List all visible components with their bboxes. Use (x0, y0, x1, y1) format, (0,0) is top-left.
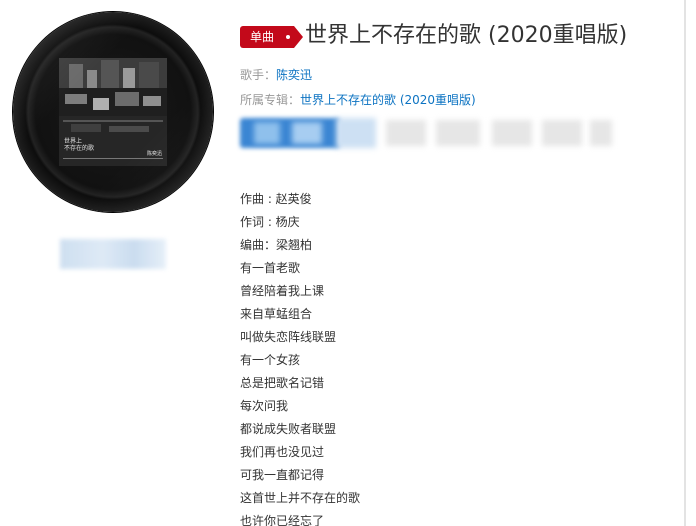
lyrics-list: 作曲 : 赵英俊 作词 : 杨庆 编曲：梁翘柏 有一首老歌曾经陪着我上课 来自草蜢组合叫… (240, 188, 360, 526)
blurred-block (254, 122, 280, 144)
artist-row: 歌手：陈奕迅 (240, 66, 312, 84)
cover-artist-mark: 陈奕迅 (146, 151, 162, 157)
single-tag: 单曲 (240, 26, 303, 48)
tag-dot-icon (286, 35, 290, 39)
lyric-line: 来自草蜢组合 (240, 307, 313, 321)
lyric-line: 作词 : 杨庆 (240, 215, 300, 229)
blurred-action-bar (240, 118, 612, 148)
album-cover[interactable]: 世界上 不存在的歌 陈奕迅 (59, 58, 167, 166)
cover-caption: 世界上 不存在的歌 (64, 138, 94, 152)
lyric-line: 有一个女孩 (240, 353, 301, 367)
album-row: 所属专辑：世界上不存在的歌 (2020重唱版) (240, 91, 476, 109)
song-page: 世界上 不存在的歌 陈奕迅 单曲 世界上不存在的歌 (2020重唱版) 歌手：陈… (0, 0, 696, 526)
single-tag-label: 单曲 (250, 30, 275, 44)
album-label: 所属专辑： (240, 93, 301, 107)
lyric-line: 这首世上并不存在的歌 (240, 491, 361, 505)
blurred-block (386, 120, 426, 146)
cover-caption-line2: 不存在的歌 (64, 145, 95, 152)
blurred-block (542, 120, 582, 146)
blurred-region (60, 239, 166, 269)
lyric-line: 每次问我 (240, 399, 289, 413)
lyric-line: 可我一直都记得 (240, 468, 325, 482)
lyric-line: 也许你已经忘了 (240, 514, 325, 526)
blurred-block (336, 118, 376, 148)
lyric-line: 叫做失恋阵线联盟 (240, 330, 337, 344)
song-title: 世界上不存在的歌 (2020重唱版) (305, 23, 628, 48)
page-right-border (684, 0, 686, 526)
lyric-line: 编曲：梁翘柏 (240, 238, 313, 252)
artist-link[interactable]: 陈奕迅 (276, 68, 312, 82)
lyric-line: 曾经陪着我上课 (240, 284, 325, 298)
artist-label: 歌手： (240, 68, 277, 82)
lyric-line: 我们再也没见过 (240, 445, 325, 459)
album-link[interactable]: 世界上不存在的歌 (2020重唱版) (300, 93, 476, 107)
blurred-block (590, 120, 612, 146)
lyric-line: 总是把歌名记错 (240, 376, 325, 390)
blurred-block (292, 122, 322, 144)
blurred-block (436, 120, 480, 146)
lyric-line: 有一首老歌 (240, 261, 301, 275)
cover-caption-line1: 世界上 (64, 138, 83, 145)
blurred-block (492, 120, 532, 146)
lyric-line: 作曲 : 赵英俊 (240, 192, 312, 206)
lyric-line: 都说成失败者联盟 (240, 422, 337, 436)
